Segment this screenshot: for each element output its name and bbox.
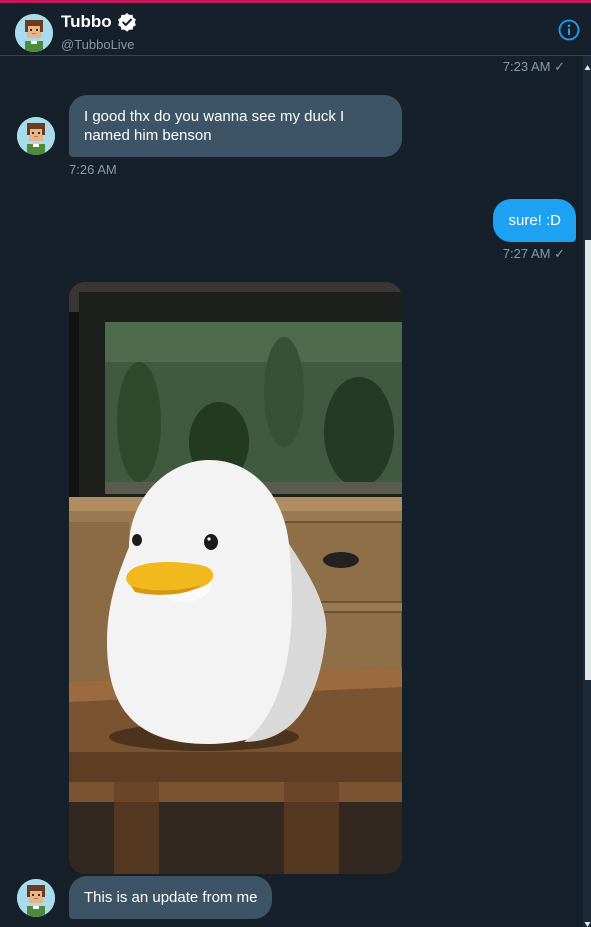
message-timestamp: 7:27 AM ✓ xyxy=(502,246,565,261)
scrollbar-thumb[interactable] xyxy=(585,240,591,680)
scroll-up-arrow-icon[interactable] xyxy=(584,58,591,70)
contact-name[interactable]: Tubbo xyxy=(61,12,112,32)
image-message[interactable] xyxy=(69,282,402,874)
header-name-row: Tubbo xyxy=(61,12,137,32)
conversation-header: Tubbo @TubboLive xyxy=(0,3,591,56)
sender-avatar[interactable] xyxy=(17,879,55,917)
dm-conversation: Tubbo @TubboLive 7:23 AM ✓ I good thx do… xyxy=(0,0,591,927)
outgoing-message-bubble[interactable]: sure! :D xyxy=(493,199,576,242)
contact-handle[interactable]: @TubboLive xyxy=(61,37,134,52)
info-icon[interactable] xyxy=(558,19,580,41)
avatar[interactable] xyxy=(15,14,53,52)
scroll-down-arrow-icon[interactable] xyxy=(584,915,591,927)
incoming-message-bubble[interactable]: This is an update from me xyxy=(69,876,273,919)
message-timestamp: 7:23 AM ✓ xyxy=(502,59,565,74)
verified-badge-icon xyxy=(117,12,137,32)
duck-photo xyxy=(69,282,402,874)
sender-avatar[interactable] xyxy=(17,117,55,155)
incoming-message-bubble[interactable]: I good thx do you wanna see my duck I na… xyxy=(69,95,402,157)
message-timestamp: 7:26 AM xyxy=(69,162,117,177)
